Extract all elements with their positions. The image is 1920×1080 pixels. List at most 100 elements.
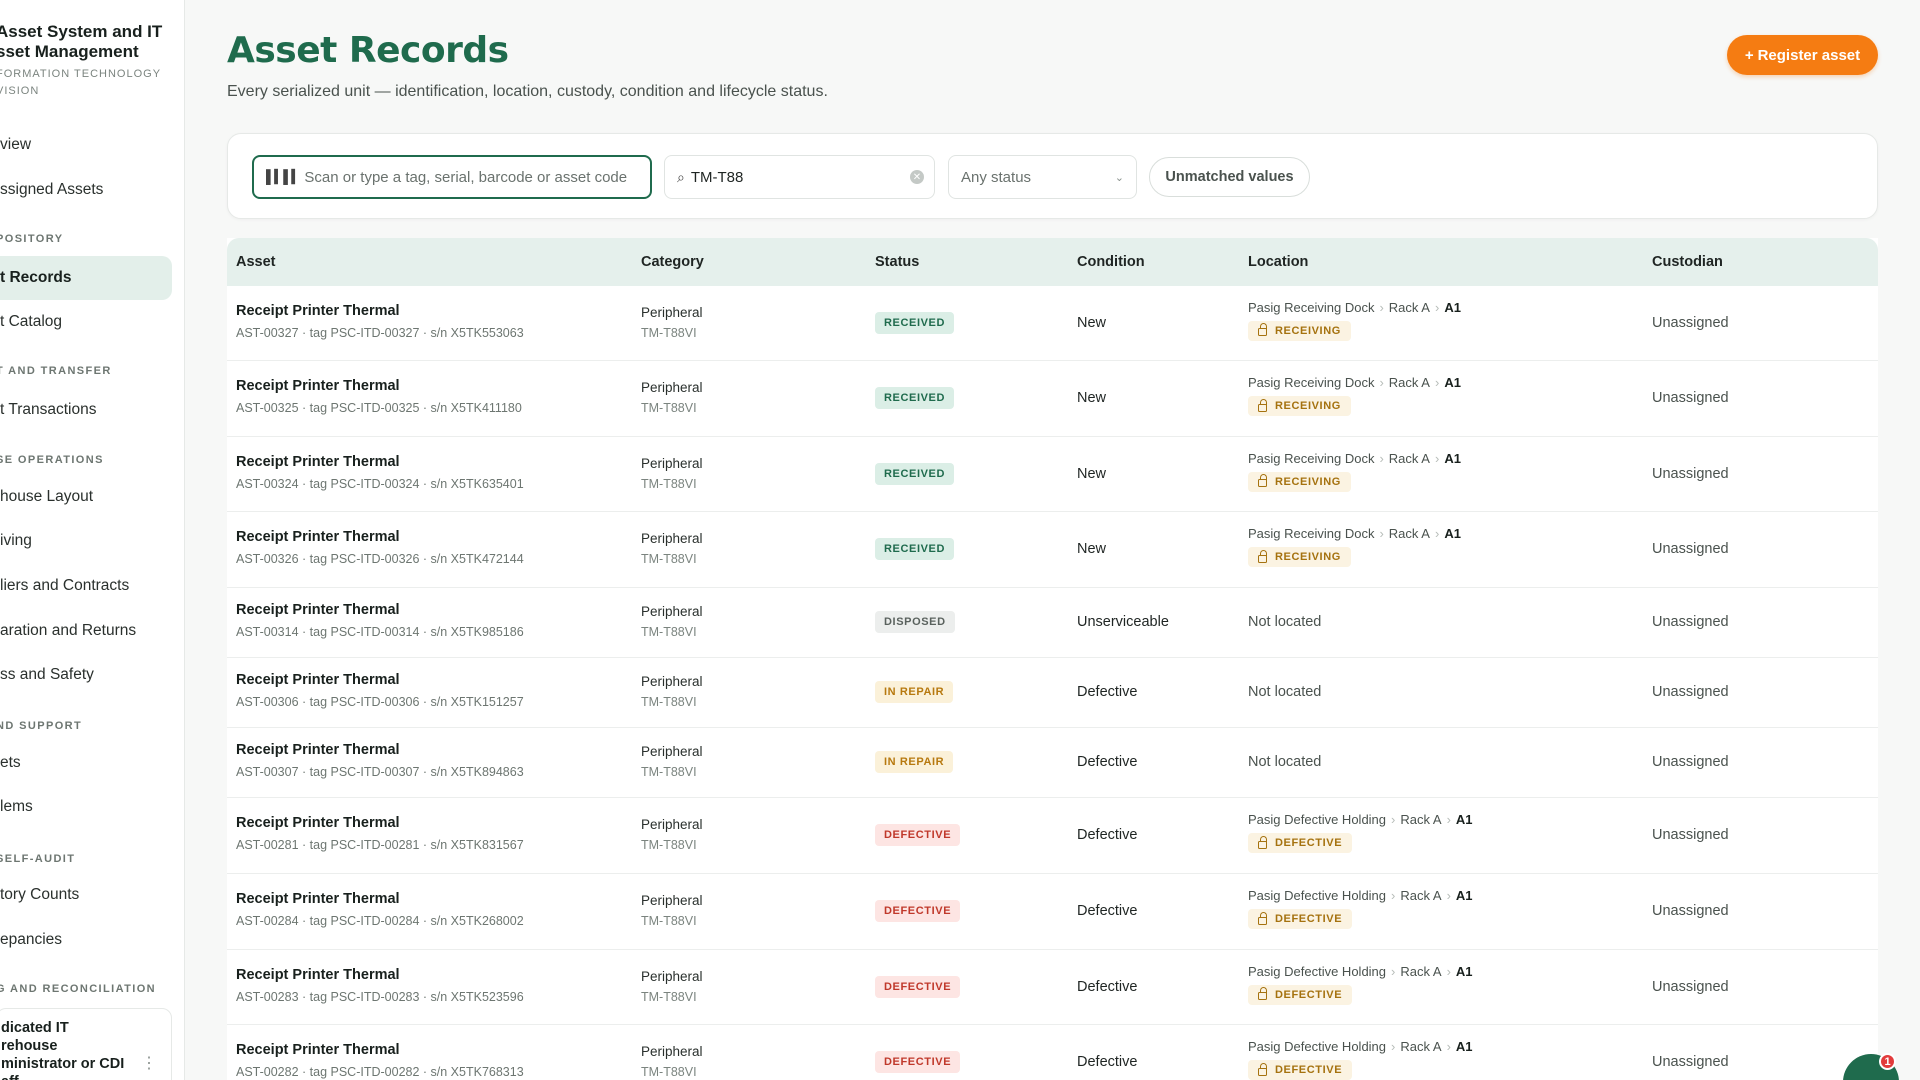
sidebar-item-tickets[interactable]: ets — [0, 741, 172, 785]
location-rack: Rack A — [1400, 963, 1442, 979]
custodian-cell: Unassigned — [1652, 1054, 1729, 1070]
asset-cell[interactable]: Receipt Printer Thermal AST-00283 · tag … — [236, 967, 524, 1004]
status-select[interactable]: Any status ⌄ — [948, 155, 1137, 199]
status-badge: IN REPAIR — [875, 751, 954, 773]
sidebar-item-suppliers[interactable]: liers and Contracts — [0, 564, 172, 608]
brand-subtitle: FORMATION TECHNOLOGY VISION — [0, 66, 184, 100]
condition-cell: Defective — [1077, 903, 1138, 919]
asset-name[interactable]: Receipt Printer Thermal — [236, 967, 524, 983]
table-row[interactable]: Receipt Printer Thermal AST-00281 · tag … — [227, 798, 1878, 874]
brand-subtitle-line1: FORMATION TECHNOLOGY — [0, 68, 162, 80]
category-name: Peripheral — [641, 744, 703, 759]
column-header-location[interactable]: Location — [1248, 238, 1308, 286]
asset-identifiers: AST-00281 · tag PSC-ITD-00281 · s/n X5TK… — [236, 838, 524, 852]
asset-name[interactable]: Receipt Printer Thermal — [236, 602, 524, 618]
sidebar-item-problems[interactable]: lems — [0, 785, 172, 829]
location-zone-label: RECEIVING — [1275, 400, 1341, 412]
asset-cell[interactable]: Receipt Printer Thermal AST-00324 · tag … — [236, 454, 524, 491]
sidebar-item-separation[interactable]: aration and Returns — [0, 609, 172, 653]
model-code: TM-T88VI — [641, 401, 697, 415]
asset-name[interactable]: Receipt Printer Thermal — [236, 672, 524, 688]
asset-cell[interactable]: Receipt Printer Thermal AST-00325 · tag … — [236, 378, 522, 415]
location-site: Pasig Receiving Dock — [1248, 299, 1375, 315]
location-path: Pasig Defective Holding › Rack A › A1 — [1248, 888, 1473, 903]
user-name-line2: rehouse — [1, 1038, 58, 1054]
chevron-down-icon: ⌄ — [1114, 171, 1124, 184]
column-header-category[interactable]: Category — [641, 238, 704, 286]
search-input[interactable] — [690, 168, 891, 186]
custodian-cell: Unassigned — [1652, 314, 1729, 331]
asset-table: Asset Category Status Condition Location… — [227, 238, 1878, 1080]
condition-cell: Unserviceable — [1077, 614, 1169, 630]
table-row[interactable]: Receipt Printer Thermal AST-00306 · tag … — [227, 658, 1878, 728]
user-name-line4: aff — [1, 1073, 131, 1080]
table-row[interactable]: Receipt Printer Thermal AST-00284 · tag … — [227, 874, 1878, 950]
asset-cell[interactable]: Receipt Printer Thermal AST-00282 · tag … — [236, 1042, 524, 1079]
sidebar-item-asset-catalog[interactable]: t Catalog — [0, 300, 172, 344]
condition-cell: Defective — [1077, 978, 1138, 995]
sidebar-item-safety[interactable]: ss and Safety — [0, 653, 172, 697]
user-card[interactable]: dicated IT rehouse ministrator or CDI af… — [0, 1008, 172, 1080]
location-path: Pasig Defective Holding › Rack A › A1 — [1248, 963, 1473, 979]
asset-cell[interactable]: Receipt Printer Thermal AST-00314 · tag … — [236, 602, 524, 639]
register-asset-button[interactable]: + Register asset — [1727, 35, 1878, 75]
sidebar-item-receiving[interactable]: iving — [0, 519, 172, 563]
location-path: Pasig Receiving Dock › Rack A › A1 — [1248, 450, 1461, 466]
asset-cell[interactable]: Receipt Printer Thermal AST-00307 · tag … — [236, 742, 524, 779]
status-cell: IN REPAIR — [875, 681, 954, 703]
model-code: TM-T88VI — [641, 765, 697, 779]
scan-field[interactable]: ▌▍▌▍ — [252, 155, 652, 199]
asset-cell[interactable]: Receipt Printer Thermal AST-00326 · tag … — [236, 529, 524, 566]
table-row[interactable]: Receipt Printer Thermal AST-00283 · tag … — [227, 950, 1878, 1025]
status-badge: DISPOSED — [875, 611, 955, 633]
asset-name[interactable]: Receipt Printer Thermal — [236, 742, 524, 758]
sidebar-item-asset-transactions[interactable]: t Transactions — [0, 388, 172, 432]
asset-cell[interactable]: Receipt Printer Thermal AST-00306 · tag … — [236, 672, 524, 709]
asset-identifiers: AST-00326 · tag PSC-ITD-00326 · s/n X5TK… — [236, 552, 524, 566]
asset-name[interactable]: Receipt Printer Thermal — [236, 891, 524, 907]
asset-name[interactable]: Receipt Printer Thermal — [236, 454, 524, 470]
table-row[interactable]: Receipt Printer Thermal AST-00327 · tag … — [227, 286, 1878, 361]
sidebar-item-asset-records[interactable]: t Records — [0, 256, 172, 300]
status-cell: DEFECTIVE — [875, 975, 961, 998]
asset-name[interactable]: Receipt Printer Thermal — [236, 815, 524, 831]
status-badge: RECEIVED — [875, 311, 955, 334]
table-row[interactable]: Receipt Printer Thermal AST-00307 · tag … — [227, 728, 1878, 798]
table-row[interactable]: Receipt Printer Thermal AST-00314 · tag … — [227, 588, 1878, 658]
column-header-asset[interactable]: Asset — [236, 238, 276, 286]
asset-cell[interactable]: Receipt Printer Thermal AST-00281 · tag … — [236, 815, 524, 852]
column-header-status[interactable]: Status — [875, 238, 919, 286]
location-cell: Not located — [1248, 684, 1322, 700]
scan-input[interactable] — [304, 168, 645, 186]
column-header-condition[interactable]: Condition — [1077, 238, 1145, 286]
asset-name[interactable]: Receipt Printer Thermal — [236, 1042, 524, 1058]
sidebar-item-inventory-counts[interactable]: tory Counts — [0, 873, 172, 917]
table-row[interactable]: Receipt Printer Thermal AST-00325 · tag … — [227, 361, 1878, 437]
sidebar-item-warehouse-layout[interactable]: house Layout — [0, 475, 172, 519]
clear-icon[interactable]: ✕ — [910, 170, 924, 184]
status-badge: DEFECTIVE — [875, 975, 961, 998]
table-row[interactable]: Receipt Printer Thermal AST-00324 · tag … — [227, 437, 1878, 512]
location-path: Pasig Receiving Dock › Rack A › A1 — [1248, 299, 1461, 315]
asset-name[interactable]: Receipt Printer Thermal — [236, 303, 524, 319]
search-icon: ⌕ — [677, 168, 685, 185]
sidebar-item-overview[interactable]: view — [0, 123, 172, 167]
custodian-cell: Unassigned — [1652, 903, 1729, 919]
model-code: TM-T88VI — [641, 476, 697, 491]
unmatched-values-button[interactable]: Unmatched values — [1149, 157, 1310, 197]
asset-cell[interactable]: Receipt Printer Thermal AST-00327 · tag … — [236, 303, 524, 340]
sidebar-item-discrepancies[interactable]: epancies — [0, 918, 172, 962]
table-row[interactable]: Receipt Printer Thermal AST-00326 · tag … — [227, 512, 1878, 588]
asset-name[interactable]: Receipt Printer Thermal — [236, 529, 524, 545]
table-header: Asset Category Status Condition Location… — [227, 238, 1878, 286]
asset-cell[interactable]: Receipt Printer Thermal AST-00284 · tag … — [236, 891, 524, 928]
more-vertical-icon[interactable]: ⋮ — [141, 1053, 157, 1073]
sidebar-item-assigned-assets[interactable]: ssigned Assets — [0, 168, 172, 212]
location-zone-tag: DEFECTIVE — [1248, 984, 1353, 1005]
table-row[interactable]: Receipt Printer Thermal AST-00282 · tag … — [227, 1025, 1878, 1080]
search-field[interactable]: ⌕ ✕ — [664, 155, 935, 199]
category-name: Peripheral — [641, 893, 703, 908]
column-header-custodian[interactable]: Custodian — [1652, 238, 1723, 286]
location-cell: Pasig Receiving Dock › Rack A › A1 RECEIVING — [1248, 526, 1461, 568]
asset-name[interactable]: Receipt Printer Thermal — [236, 378, 522, 394]
